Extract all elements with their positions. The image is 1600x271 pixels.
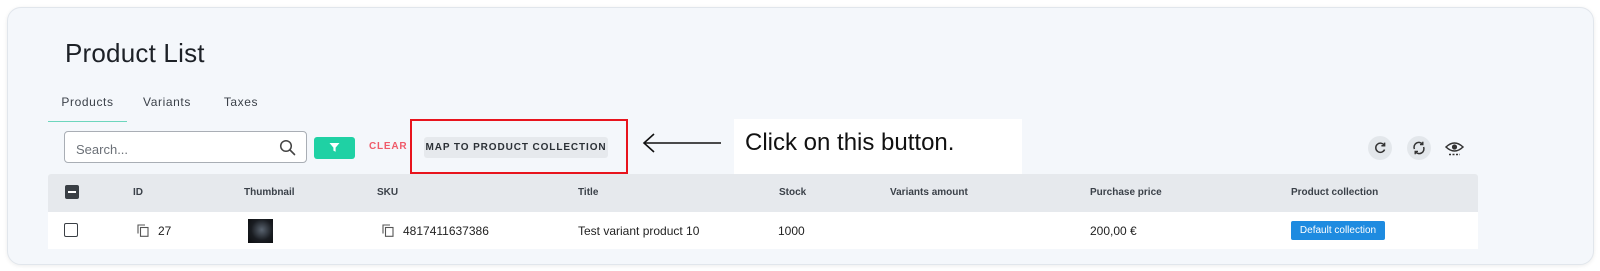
sync-button[interactable]	[1407, 136, 1431, 160]
row-purchase-price: 200,00 €	[1090, 224, 1137, 238]
page-title: Product List	[65, 38, 205, 68]
highlight-box	[410, 119, 628, 174]
column-header-title[interactable]: Title	[578, 187, 598, 198]
copy-icon[interactable]	[137, 224, 149, 237]
table-header: ID Thumbnail SKU Title Stock Variants am…	[48, 174, 1478, 212]
column-header-variants-amount[interactable]: Variants amount	[890, 187, 968, 198]
tab-products[interactable]: Products	[48, 90, 127, 122]
eye-icon[interactable]	[1445, 140, 1464, 157]
product-collection-badge[interactable]: Default collection	[1291, 221, 1385, 240]
tab-variants[interactable]: Variants	[132, 90, 202, 121]
table-row[interactable]: 27 4817411637386 Test variant product 10…	[48, 212, 1478, 249]
column-header-product-collection[interactable]: Product collection	[1291, 187, 1378, 198]
clear-button[interactable]: CLEAR	[369, 141, 407, 152]
column-header-thumbnail: Thumbnail	[244, 187, 295, 198]
product-thumbnail[interactable]	[248, 219, 273, 243]
arrow-left-icon	[642, 133, 721, 153]
row-title: Test variant product 10	[578, 224, 700, 238]
column-header-sku[interactable]: SKU	[377, 187, 398, 198]
row-stock: 1000	[778, 224, 805, 238]
tab-taxes[interactable]: Taxes	[212, 90, 270, 121]
copy-icon[interactable]	[382, 224, 394, 237]
row-sku: 4817411637386	[403, 224, 489, 238]
column-header-purchase-price[interactable]: Purchase price	[1090, 187, 1162, 198]
column-header-id[interactable]: ID	[133, 187, 143, 198]
filter-button[interactable]	[314, 137, 355, 159]
refresh-button[interactable]	[1368, 136, 1392, 160]
row-checkbox[interactable]	[64, 223, 78, 237]
filter-icon	[329, 143, 340, 152]
column-header-stock[interactable]: Stock	[779, 187, 806, 198]
search-input[interactable]	[74, 138, 278, 160]
search-icon[interactable]	[279, 139, 296, 156]
refresh-icon	[1375, 142, 1386, 154]
row-id: 27	[158, 224, 172, 238]
instruction-callout: Click on this button.	[734, 119, 1022, 175]
product-table: ID Thumbnail SKU Title Stock Variants am…	[48, 174, 1478, 249]
search-box	[64, 131, 307, 163]
select-all-checkbox[interactable]	[65, 185, 79, 199]
sync-icon	[1413, 141, 1425, 155]
